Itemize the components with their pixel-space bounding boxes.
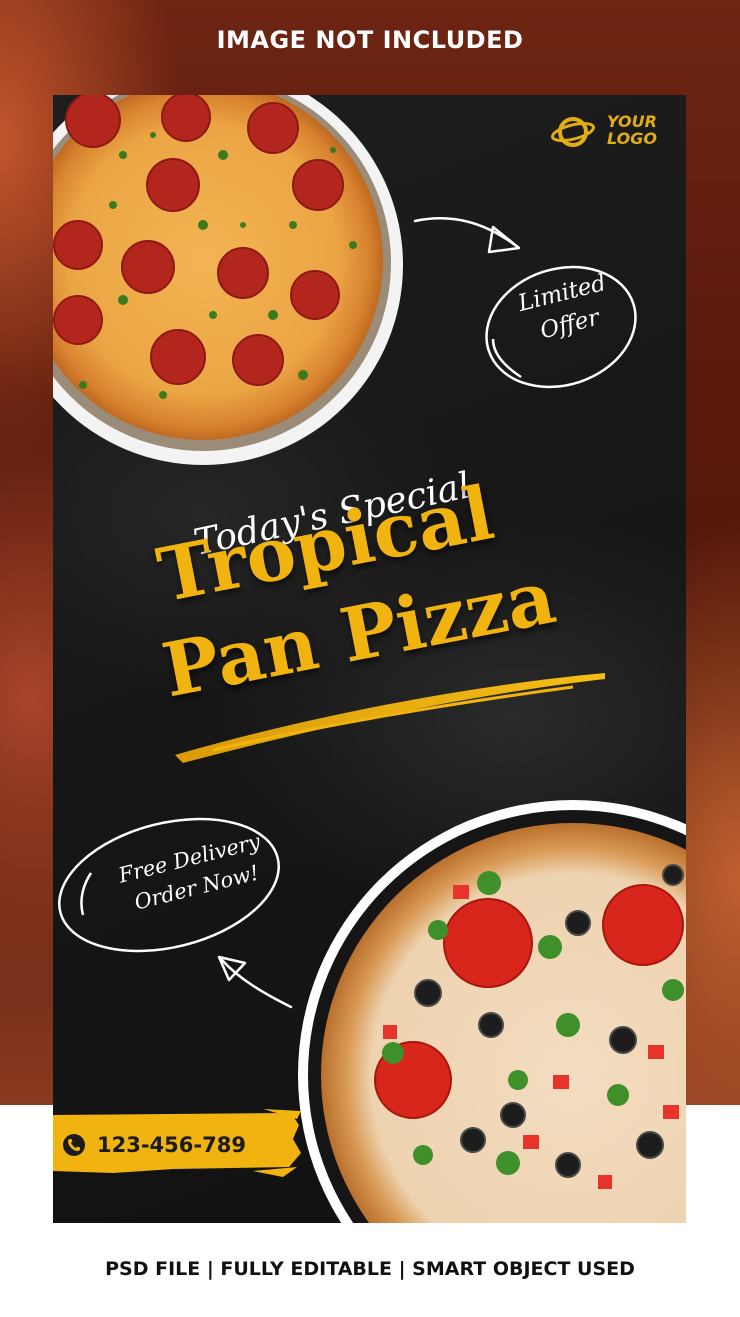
phone-number-text: 123-456-789	[97, 1133, 246, 1157]
top-pizza-image	[53, 95, 403, 465]
top-caption: IMAGE NOT INCLUDED	[216, 26, 524, 54]
arrow-to-limited-offer	[413, 217, 521, 254]
brand-logo: YOUR LOGO	[551, 111, 671, 151]
bottom-caption: PSD FILE | FULLY EDITABLE | SMART OBJECT…	[105, 1258, 635, 1280]
logo-line-1: YOUR	[607, 112, 657, 131]
bottom-pizza-image	[298, 800, 686, 1223]
planet-ring-icon	[551, 117, 595, 147]
phone-number[interactable]: 123-456-789	[63, 1125, 246, 1165]
story-poster: YOUR LOGO Limited Offer Today's Special …	[53, 95, 686, 1223]
phone-icon	[63, 1134, 85, 1156]
arrow-from-free-delivery	[217, 955, 293, 1009]
logo-line-2: LOGO	[607, 129, 657, 148]
